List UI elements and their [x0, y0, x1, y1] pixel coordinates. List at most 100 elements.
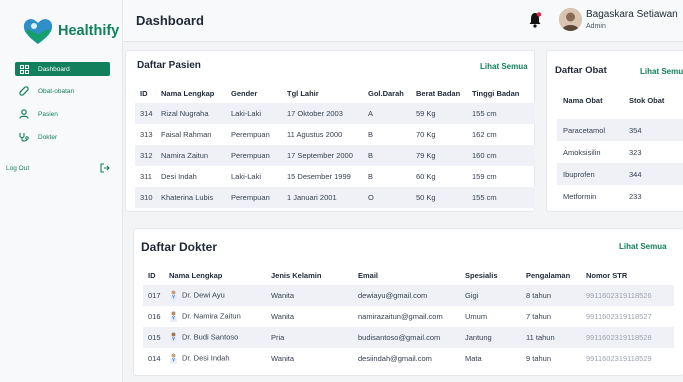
table-row[interactable]: 016 Dr. Namira Zaitun Wanita namirazaitu… — [143, 306, 674, 327]
column-header: Nama Lengkap — [169, 270, 223, 280]
brand-logo[interactable]: Healthify — [22, 16, 119, 46]
cell-blood-type: A — [368, 103, 416, 124]
sidebar-item-pasien[interactable]: Pasien — [15, 107, 110, 121]
patients-card: Daftar Pasien Lihat Semua ID Nama Lengka… — [125, 50, 535, 212]
doctors-title: Daftar Dokter — [141, 240, 218, 254]
cell-gender: Laki-Laki — [231, 103, 287, 124]
cell-blood-type: B — [368, 130, 374, 139]
pill-icon — [18, 85, 30, 97]
sidebar-item-obat-obatan[interactable]: Obat-obatan — [15, 84, 110, 98]
cell-birthdate: 1 Januari 2001 — [287, 187, 368, 208]
heart-logo-icon — [23, 19, 53, 44]
cell-experience: 7 tahun — [526, 312, 552, 321]
medicines-table: Nama Obat Stok Obat Paracetamol 354 Amok… — [557, 89, 683, 207]
cell-email: desiindah@gmail.com — [358, 354, 432, 363]
doctor-name: Dr. Namira Zaitun — [182, 311, 241, 321]
cell-id: 312 — [135, 145, 161, 166]
doctor-name: Dr. Budi Santoso — [182, 332, 239, 342]
patients-title: Daftar Pasien — [137, 60, 201, 71]
cell-blood-type: O — [368, 187, 416, 208]
cell-specialty: Umum — [465, 312, 488, 321]
cell-gender: Wanita — [271, 312, 295, 321]
doctors-table: ID Nama Lengkap Jenis Kelamin Email Spes… — [143, 265, 674, 369]
cell-medicine-name: Paracetamol — [557, 119, 629, 141]
table-row[interactable]: 014 Dr. Desi Indah Wanita desiindah@gmai… — [143, 348, 674, 369]
column-header: Nomor STR — [586, 270, 628, 280]
column-header: Nama Lengkap — [161, 88, 215, 98]
doctors-see-all-link[interactable]: Lihat Semua — [619, 242, 667, 251]
cell-gender: Perempuan — [231, 187, 287, 208]
logout-button[interactable]: Log Out — [6, 162, 110, 174]
user-avatar-icon — [559, 8, 582, 31]
cell-medicine-name: Amoksisilin — [563, 147, 601, 157]
table-row[interactable]: 313 Faisal Rahman Perempuan 11 Agustus 2… — [135, 124, 535, 145]
column-header: Email — [358, 270, 379, 280]
cell-stock: 344 — [629, 163, 683, 185]
cell-gender: Wanita — [271, 285, 358, 306]
cell-specialty: Jantung — [465, 327, 526, 348]
patients-table: ID Nama Lengkap Gender Tgl Lahir Gol.Dar… — [135, 83, 535, 208]
column-header: Berat Badan — [416, 88, 461, 98]
table-row[interactable]: 314 Rizal Nugraha Laki-Laki 17 Oktober 2… — [135, 103, 535, 124]
female-doctor-icon — [170, 290, 177, 301]
doctor-name: Dr. Dewi Ayu — [182, 290, 225, 300]
cell-blood-type: B — [368, 145, 416, 166]
cell-email: namirazaitun@gmail.com — [358, 312, 443, 321]
cell-id: 015 — [143, 327, 169, 348]
column-header: ID — [148, 270, 156, 280]
cell-id: 016 — [148, 312, 161, 321]
column-header: Tgl Lahir — [287, 88, 319, 98]
medicines-see-all-link[interactable]: Lihat Semua — [640, 67, 683, 76]
medicines-card: Daftar Obat Lihat Semua Nama Obat Stok O… — [546, 50, 683, 212]
column-header: Tinggi Badan — [472, 88, 520, 98]
cell-medicine-name: Metformin — [563, 191, 597, 201]
user-icon — [18, 108, 30, 120]
table-row[interactable]: Ibuprofen 344 — [557, 163, 683, 185]
cell-medicine-name: Ibuprofen — [557, 163, 629, 185]
cell-id: 017 — [143, 285, 169, 306]
cell-height: 160 cm — [472, 145, 535, 166]
table-row[interactable]: 310 Khaterina Lubis Perempuan 1 Januari … — [135, 187, 535, 208]
sidebar-item-dashboard[interactable]: Dashboard — [15, 62, 110, 76]
cell-stock: 233 — [629, 191, 642, 201]
cell-weight: 59 Kg — [416, 103, 472, 124]
doctor-icon — [170, 311, 177, 322]
cell-stock: 354 — [629, 119, 683, 141]
top-bar: Dashboard Bagaskara Setiawan Admin — [123, 0, 683, 42]
patients-see-all-link[interactable]: Lihat Semua — [480, 62, 528, 71]
column-header: Jenis Kelamin — [271, 270, 322, 280]
table-row[interactable]: 015 Dr. Budi Santoso Pria budisantoso@gm… — [143, 327, 674, 348]
column-header: ID — [140, 88, 148, 98]
bell-icon[interactable] — [528, 11, 542, 29]
cell-gender: Perempuan — [231, 145, 287, 166]
cell-str-number: 9911602319118528 — [586, 327, 674, 348]
sidebar-item-dokter[interactable]: Dokter — [15, 130, 110, 144]
cell-stock: 323 — [629, 147, 642, 157]
cell-id: 314 — [135, 103, 161, 124]
avatar[interactable] — [559, 8, 582, 31]
cell-blood-type: B — [368, 172, 374, 181]
sidebar: Healthify Dashboard Obat-obatan Pasien D… — [0, 0, 123, 382]
cell-experience: 9 tahun — [526, 354, 552, 363]
sidebar-item-label: Dashboard — [38, 65, 70, 73]
cell-height: 155 cm — [472, 187, 535, 208]
table-row[interactable]: Metformin 233 — [557, 185, 683, 207]
table-row[interactable]: Amoksisilin 323 — [557, 141, 683, 163]
cell-gender: Perempuan — [231, 130, 270, 139]
medicines-title: Daftar Obat — [555, 65, 607, 76]
cell-specialty: Gigi — [465, 285, 526, 306]
cell-height: 159 cm — [472, 172, 497, 181]
cell-name: Rizal Nugraha — [161, 103, 231, 124]
sidebar-item-label: Obat-obatan — [38, 87, 75, 95]
cell-weight: 60 Kg — [416, 172, 436, 181]
sidebar-item-label: Pasien — [38, 110, 58, 118]
table-row[interactable]: Paracetamol 354 — [557, 119, 683, 141]
cell-name: Namira Zaitun — [161, 145, 231, 166]
table-row[interactable]: 311 Desi Indah Laki-Laki 15 Desember 199… — [135, 166, 535, 187]
cell-experience: 11 tahun — [526, 327, 586, 348]
doctors-card: Daftar Dokter Lihat Semua ID Nama Lengka… — [133, 228, 683, 376]
cell-name: Khaterina Lubis — [161, 187, 231, 208]
table-row[interactable]: 017 Dr. Dewi Ayu Wanita dewiayu@gmail.co… — [143, 285, 674, 306]
table-row[interactable]: 312 Namira Zaitun Perempuan 17 September… — [135, 145, 535, 166]
cell-gender: Pria — [271, 327, 358, 348]
